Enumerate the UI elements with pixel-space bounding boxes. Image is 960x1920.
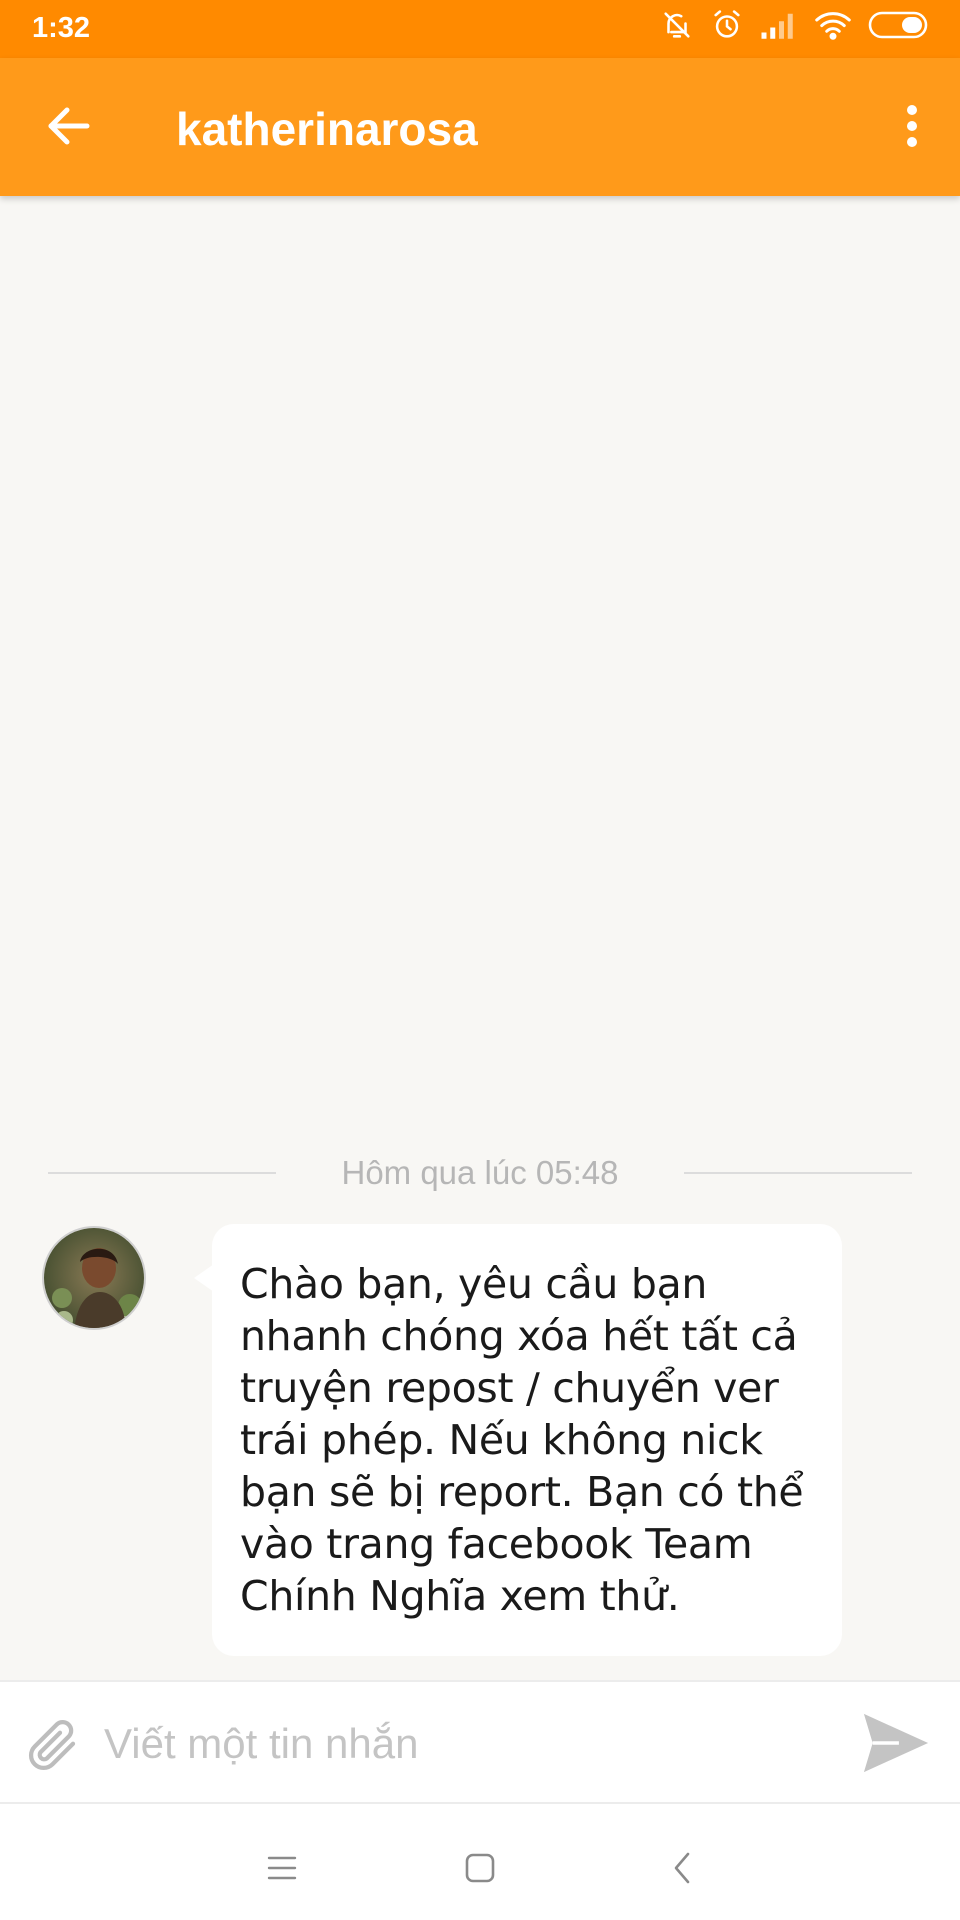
alarm-icon (710, 8, 744, 42)
status-time: 1:32 (32, 12, 91, 44)
divider-line (684, 1172, 912, 1174)
signal-icon (760, 10, 798, 40)
send-icon (861, 1710, 931, 1781)
arrow-left-icon (45, 106, 91, 151)
more-vert-icon (905, 104, 919, 153)
send-button[interactable] (856, 1708, 936, 1782)
back-icon (671, 1851, 693, 1890)
date-divider: Hôm qua lúc 05:48 (0, 1152, 960, 1196)
mute-icon (660, 8, 694, 42)
message-composer (0, 1680, 960, 1804)
more-options-button[interactable] (884, 96, 940, 160)
conversation-title: katherinarosa (176, 103, 478, 155)
nav-menu-button[interactable] (252, 1840, 312, 1900)
message-text: Chào bạn, yêu cầu bạn nhanh chóng xóa hế… (240, 1260, 804, 1620)
wifi-icon (814, 10, 852, 40)
attach-button[interactable] (18, 1712, 88, 1782)
paperclip-icon (23, 1715, 83, 1780)
menu-icon (266, 1854, 298, 1887)
message-bubble[interactable]: Chào bạn, yêu cầu bạn nhanh chóng xóa hế… (194, 1224, 842, 1656)
bubble-tail (194, 1264, 214, 1292)
date-divider-text: Hôm qua lúc 05:48 (341, 1154, 619, 1191)
nav-home-button[interactable] (450, 1840, 510, 1900)
battery-icon (868, 10, 930, 40)
message-input[interactable] (104, 1704, 844, 1784)
home-icon (464, 1852, 496, 1889)
system-nav-bar (0, 1804, 960, 1920)
divider-line (48, 1172, 276, 1174)
status-bar: 1:32 (0, 0, 960, 58)
avatar[interactable] (42, 1226, 146, 1330)
nav-back-button[interactable] (652, 1840, 712, 1900)
status-icons (660, 8, 930, 42)
back-button[interactable] (36, 100, 100, 156)
app-bar: katherinarosa (0, 58, 960, 196)
